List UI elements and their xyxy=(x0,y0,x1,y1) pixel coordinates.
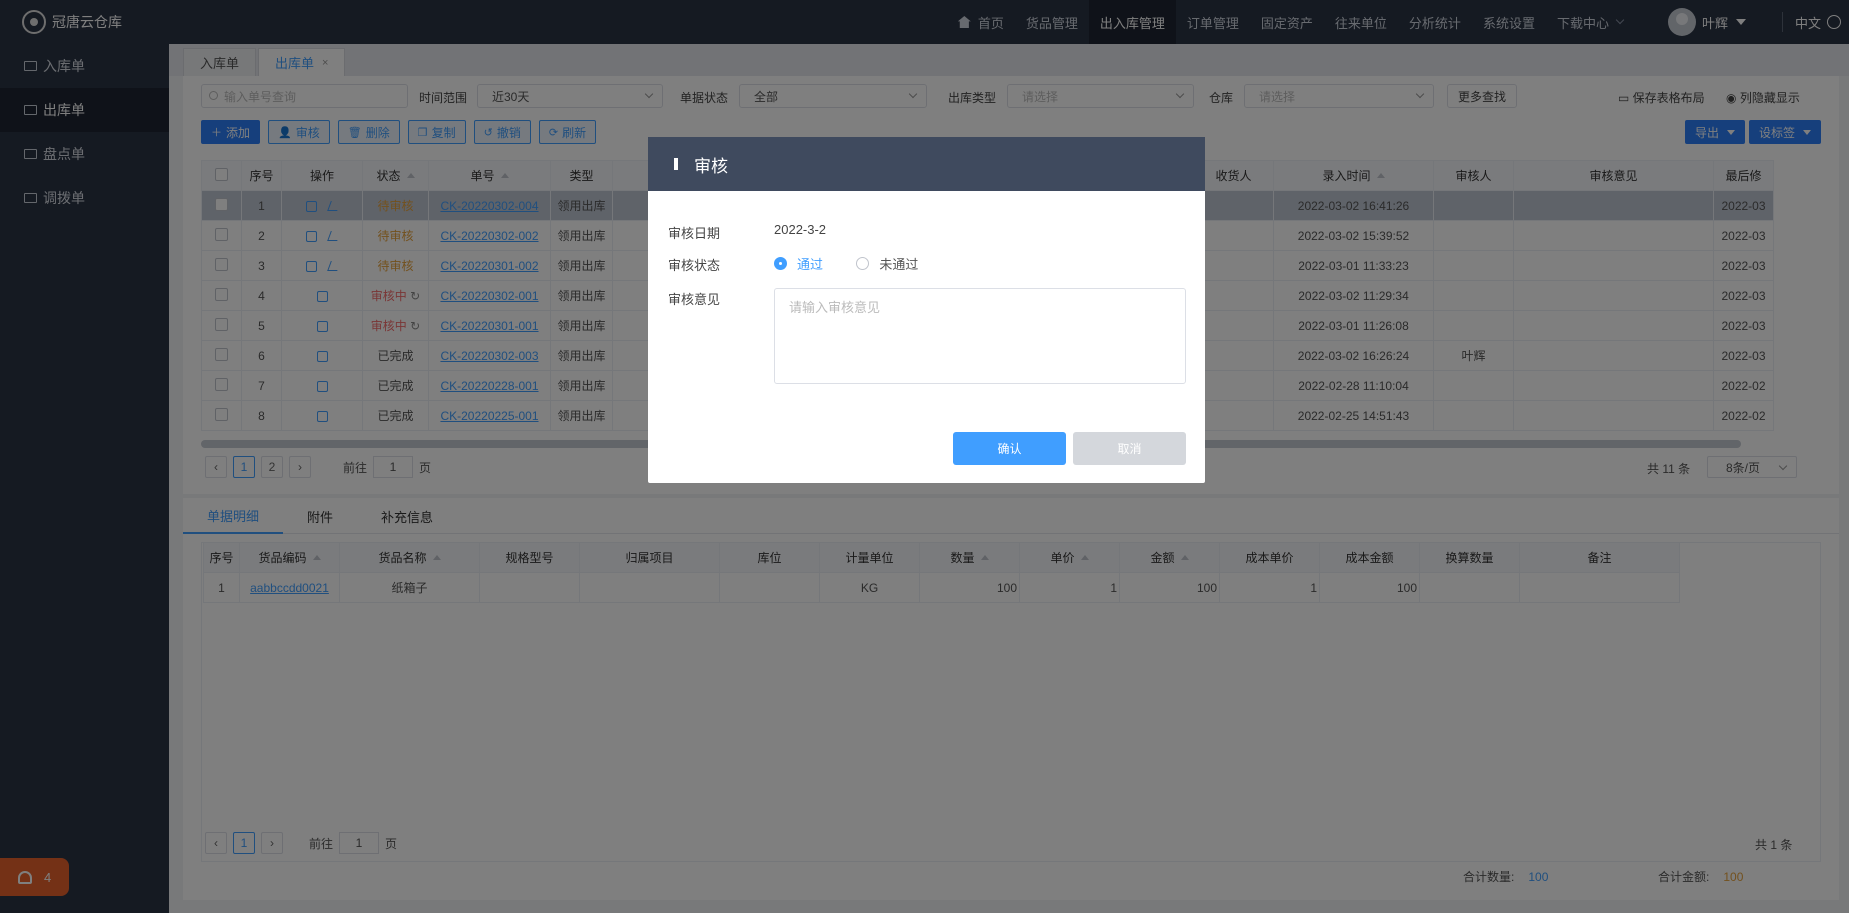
audit-date-value: 2022-3-2 xyxy=(774,222,827,237)
confirm-button[interactable]: 确认 xyxy=(953,432,1066,465)
audit-status-radio-group: 通过 未通过 xyxy=(774,254,948,273)
audit-date-label: 审核日期 xyxy=(668,226,721,241)
cancel-button[interactable]: 取消 xyxy=(1073,432,1186,465)
textarea-placeholder: 请输入审核意见 xyxy=(789,300,881,315)
dialog-title: 审核 xyxy=(694,156,728,176)
radio-label: 通过 xyxy=(797,257,824,272)
button-label: 确认 xyxy=(997,442,1022,456)
button-label: 取消 xyxy=(1117,442,1142,456)
radio-label: 未通过 xyxy=(879,257,919,272)
radio-circle xyxy=(774,257,787,270)
audit-dialog: 审核 审核日期 2022-3-2 审核状态 通过 未通过 审核意见 请输入审核意… xyxy=(648,137,1205,483)
radio-circle xyxy=(856,257,870,270)
radio-pass[interactable]: 通过 xyxy=(774,254,823,273)
audit-opinion-label: 审核意见 xyxy=(668,292,721,307)
radio-fail[interactable]: 未通过 xyxy=(856,254,918,273)
audit-opinion-textarea[interactable]: 请输入审核意见 xyxy=(774,288,1186,384)
title-bar-icon xyxy=(674,158,678,170)
dialog-header: 审核 xyxy=(648,137,1205,191)
audit-status-label: 审核状态 xyxy=(668,258,721,273)
